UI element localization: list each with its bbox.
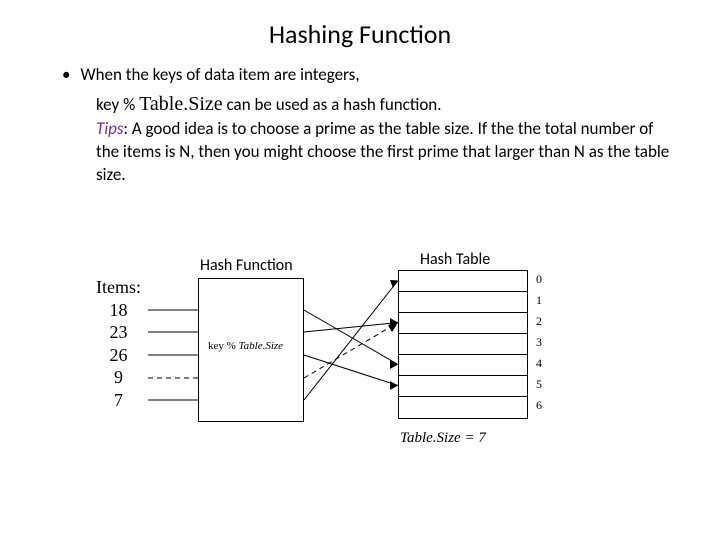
hash-function-label: Hash Function (200, 256, 293, 275)
table-index-4: 4 (536, 356, 542, 371)
tips-body: : A good idea is to choose a prime as th… (96, 118, 669, 185)
item-3: 9 (96, 366, 141, 389)
bullet-dot: • (62, 64, 70, 85)
table-size-term: Table.Size (139, 93, 223, 115)
item-2: 26 (96, 344, 141, 367)
table-row (399, 376, 527, 397)
table-row (399, 334, 527, 355)
hf-inner-pre: key % (208, 340, 239, 352)
table-index-6: 6 (536, 398, 542, 413)
hash-function-inner: key % Table.Size (208, 340, 283, 352)
table-row (399, 271, 527, 292)
hash-expr-post: can be used as a hash function. (223, 94, 442, 115)
table-row (399, 292, 527, 313)
table-row (399, 397, 527, 418)
diagram: Items: 18 23 26 9 7 Hash Function key % … (0, 248, 720, 488)
bullet-1: • When the keys of data item are integer… (40, 64, 680, 85)
table-row (399, 313, 527, 334)
item-0: 18 (96, 299, 141, 322)
item-4: 7 (96, 389, 141, 412)
table-index-1: 1 (536, 293, 542, 308)
hash-table (398, 270, 528, 419)
item-1: 23 (96, 321, 141, 344)
page-title: Hashing Function (40, 18, 680, 50)
hash-table-label: Hash Table (420, 250, 490, 269)
bullet-1-text: When the keys of data item are integers, (80, 64, 359, 85)
table-index-5: 5 (536, 377, 542, 392)
table-index-2: 2 (536, 314, 542, 329)
hash-expr-pre: key % (96, 94, 139, 115)
body-text: key % Table.Size can be used as a hash f… (96, 91, 680, 187)
items-heading: Items: (96, 276, 141, 299)
tips-label: Tips (96, 118, 123, 139)
table-size-label: Table.Size = 7 (400, 430, 486, 447)
items-block: Items: 18 23 26 9 7 (96, 276, 141, 411)
table-index-0: 0 (536, 272, 542, 287)
hf-inner-ts: Table.Size (239, 340, 284, 352)
table-index-3: 3 (536, 335, 542, 350)
table-row (399, 355, 527, 376)
